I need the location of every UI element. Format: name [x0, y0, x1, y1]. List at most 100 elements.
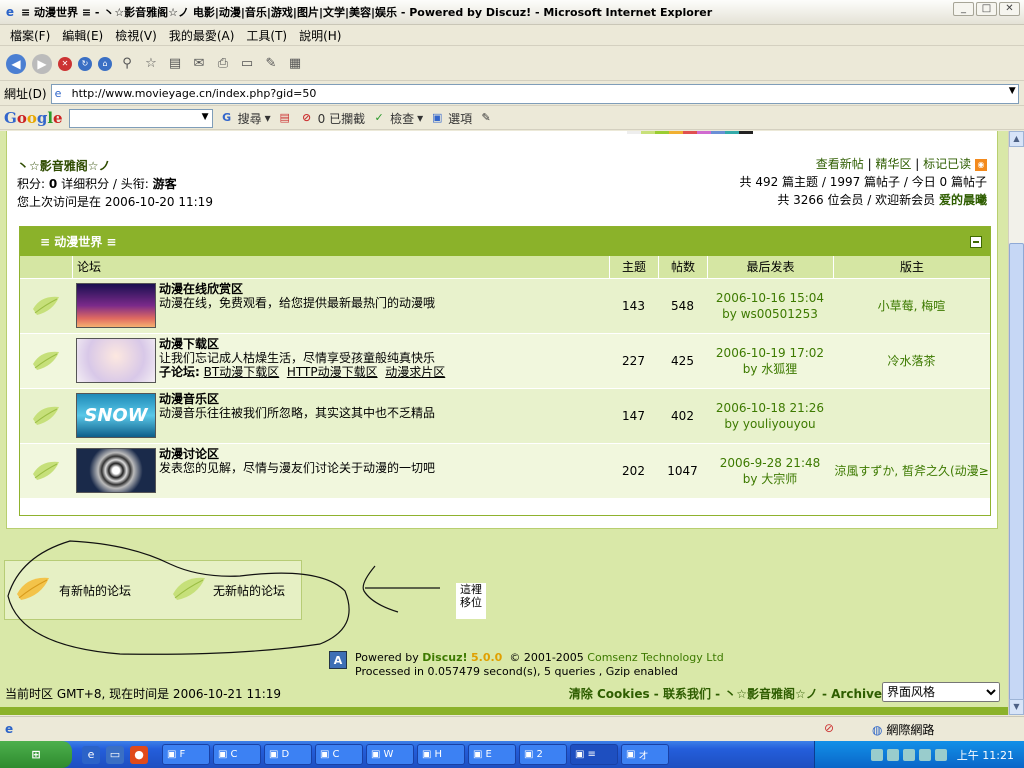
forum-title-link[interactable]: 动漫音乐区	[159, 393, 435, 406]
stop-icon[interactable]: ✕	[58, 56, 72, 71]
vertical-scrollbar[interactable]: ▲ ▼	[1008, 131, 1024, 715]
bottom-line	[0, 707, 1008, 715]
desktop-icon[interactable]: ▭	[106, 745, 124, 764]
last-post-author[interactable]: by ws00501253	[707, 306, 833, 322]
style-select[interactable]: 界面风格	[882, 682, 1000, 702]
task-button[interactable]: ▣ C	[213, 744, 261, 765]
forward-icon[interactable]: ▶	[32, 53, 52, 74]
post-stats: 共 492 篇主题 / 1997 篇帖子 / 今日 0 篇帖子	[739, 175, 988, 189]
news-icon[interactable]: ▤	[277, 110, 293, 126]
minimize-button[interactable]: _	[953, 2, 974, 16]
menu-favorites[interactable]: 我的最愛(A)	[169, 27, 235, 44]
start-button[interactable]: ⊞	[0, 741, 72, 768]
forum-group-title[interactable]: ≡ 动漫世界 ≡	[40, 233, 116, 250]
forum-thumbnail[interactable]	[76, 448, 156, 493]
forum-thumbnail[interactable]: SNOW	[76, 393, 156, 438]
forum-thumbnail[interactable]	[76, 338, 156, 383]
edit-icon[interactable]: ▭	[238, 55, 256, 73]
forum-thumbnail[interactable]	[76, 283, 156, 328]
post-count: 548	[671, 299, 694, 313]
table-row: SNOW 动漫音乐区 动漫音乐往往被我们所忽略，其实这其中也不乏精品 147 40…	[20, 389, 990, 444]
clock[interactable]: 上午 11:21	[957, 747, 1014, 763]
company-link[interactable]: Comsenz Technology Ltd	[587, 651, 723, 664]
popup-blocker-button[interactable]: ⊘ 0 已攔截	[299, 110, 365, 127]
menu-edit[interactable]: 編輯(E)	[62, 27, 103, 44]
spellcheck-button[interactable]: ✓ 檢查 ▾	[371, 110, 423, 127]
mark-read-link[interactable]: 标记已读	[923, 157, 971, 171]
maximize-button[interactable]: □	[976, 2, 997, 16]
menu-view[interactable]: 檢視(V)	[115, 27, 157, 44]
moderators[interactable]: 小草莓, 梅喧	[833, 298, 990, 314]
scroll-thumb[interactable]	[1009, 243, 1024, 708]
messenger-icon[interactable]: ✎	[262, 55, 280, 73]
forum-title-link[interactable]: 动漫讨论区	[159, 448, 435, 461]
google-search-button[interactable]: G 搜尋 ▾	[219, 110, 271, 127]
product-link[interactable]: Discuz!	[422, 651, 467, 664]
history-icon[interactable]: ▤	[166, 55, 184, 73]
col-last-post: 最后发表	[707, 255, 833, 279]
research-icon[interactable]: ▦	[286, 55, 304, 73]
refresh-icon[interactable]: ↻	[78, 56, 92, 71]
last-post-date[interactable]: 2006-10-19 17:02	[707, 345, 833, 361]
digest-link[interactable]: 精华区	[875, 157, 911, 171]
discuz-logo[interactable]: A	[329, 651, 347, 669]
view-new-posts-link[interactable]: 查看新帖	[816, 157, 864, 171]
scroll-up-icon[interactable]: ▲	[1009, 131, 1024, 147]
favorites-star-icon[interactable]: ☆	[142, 55, 160, 73]
collapse-icon[interactable]	[970, 236, 982, 248]
chevron-down-icon[interactable]: ▼	[1009, 86, 1016, 96]
last-post-author[interactable]: by 水狐狸	[707, 361, 833, 377]
ie-quicklaunch-icon[interactable]: e	[82, 745, 100, 764]
privacy-icon[interactable]: ⊘	[824, 721, 834, 735]
tray-icon[interactable]	[918, 748, 931, 761]
task-button-active[interactable]: ▣ ≡	[570, 744, 618, 765]
forum-title-link[interactable]: 动漫在线欣赏区	[159, 283, 435, 296]
address-input[interactable]: e http://www.movieyage.cn/index.php?gid=…	[50, 83, 1019, 104]
menu-file[interactable]: 檔案(F)	[10, 27, 50, 44]
google-logo[interactable]: Google	[4, 109, 63, 127]
last-post-date[interactable]: 2006-10-16 15:04	[707, 290, 833, 306]
moderators[interactable]: 涼風すずか, 皙斧之久(动漫≥	[833, 463, 990, 479]
tray-icon[interactable]	[870, 748, 883, 761]
task-button[interactable]: ▣ D	[264, 744, 312, 765]
subforum-link[interactable]: 动漫求片区	[385, 365, 445, 379]
task-button[interactable]: ▣ F	[162, 744, 210, 765]
highlight-icon[interactable]: ✎	[478, 110, 494, 126]
search-icon[interactable]: ⚲	[118, 55, 136, 73]
firefox-icon[interactable]: ●	[130, 745, 148, 764]
forum-title-link[interactable]: 动漫下载区	[159, 338, 445, 351]
task-button[interactable]: ▣ オ	[621, 744, 669, 765]
site-name[interactable]: 丶☆影音雅阁☆ノ	[17, 157, 213, 175]
home-icon[interactable]: ⌂	[98, 56, 112, 71]
back-icon[interactable]: ◀	[6, 53, 26, 74]
task-button[interactable]: ▣ H	[417, 744, 465, 765]
rss-icon[interactable]: ◉	[975, 158, 987, 171]
last-post-author[interactable]: by 大宗师	[707, 471, 833, 487]
options-button[interactable]: ▣ 選項	[429, 110, 472, 127]
tray-icon[interactable]	[934, 748, 947, 761]
google-search-input[interactable]: ▼	[68, 108, 213, 128]
task-button[interactable]: ▣ E	[468, 744, 516, 765]
task-button[interactable]: ▣ W	[366, 744, 414, 765]
tray-icon[interactable]	[902, 748, 915, 761]
mail-icon[interactable]: ✉	[190, 55, 208, 73]
subforum-link[interactable]: BT动漫下载区	[204, 365, 280, 379]
topic-count: 143	[622, 299, 645, 313]
task-button[interactable]: ▣ C	[315, 744, 363, 765]
tray-icon[interactable]	[886, 748, 899, 761]
print-icon[interactable]: ⎙	[214, 55, 232, 73]
last-post-date[interactable]: 2006-10-18 21:26	[707, 400, 833, 416]
newest-member-link[interactable]: 爱的晨曦	[939, 193, 987, 207]
bottom-links[interactable]: 清除 Cookies - 联系我们 - 丶☆影音雅阁☆ノ - Archiver	[569, 685, 888, 702]
menu-help[interactable]: 說明(H)	[299, 27, 341, 44]
points-detail-link[interactable]: 详细积分 / 头衔:	[61, 177, 149, 191]
last-post-date[interactable]: 2006-9-28 21:48	[707, 455, 833, 471]
task-button[interactable]: ▣ 2	[519, 744, 567, 765]
moderators[interactable]: 冷水落茶	[833, 353, 990, 369]
forum-desc: 动漫音乐往往被我们所忽略，其实这其中也不乏精品	[159, 406, 436, 420]
subforum-link[interactable]: HTTP动漫下载区	[287, 365, 378, 379]
close-button[interactable]: ✕	[999, 2, 1020, 16]
last-post-author[interactable]: by youliyouyou	[707, 416, 833, 432]
menu-tools[interactable]: 工具(T)	[246, 27, 287, 44]
scroll-down-icon[interactable]: ▼	[1009, 699, 1024, 715]
